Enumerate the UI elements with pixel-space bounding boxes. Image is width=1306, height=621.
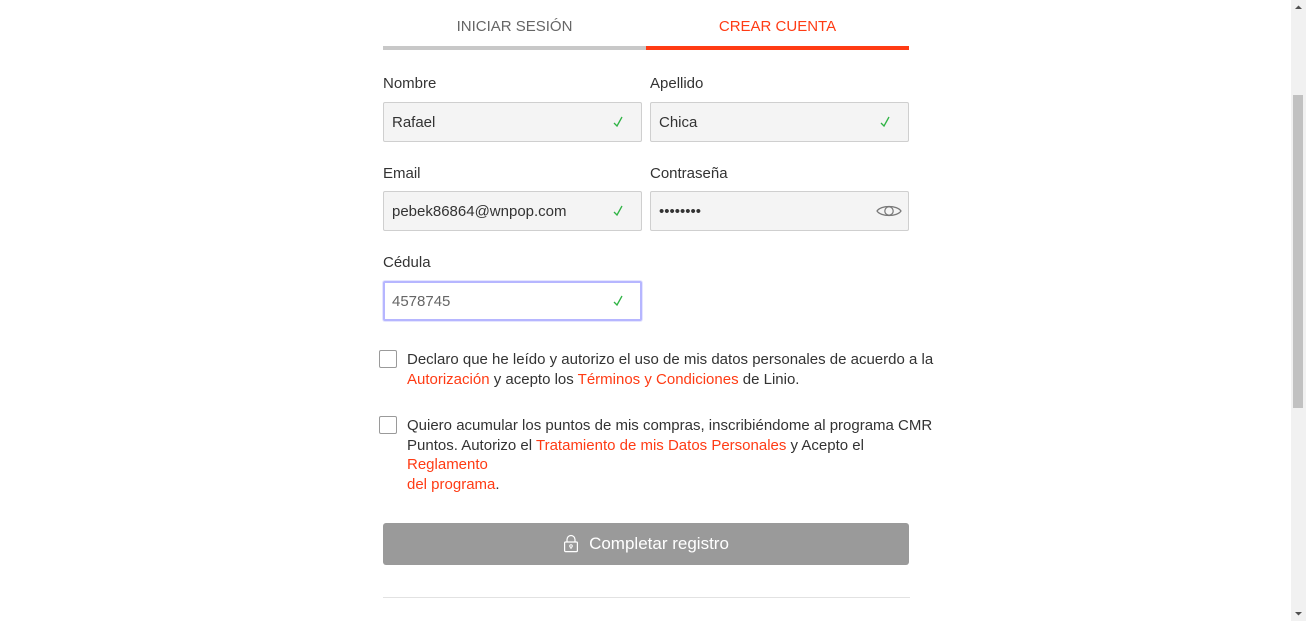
consent-cmr-points: Quiero acumular los puntos de mis compra… (379, 416, 939, 493)
program-rules-link[interactable]: Reglamento (407, 456, 488, 473)
apellido-field[interactable] (650, 102, 909, 142)
authorization-text: Declaro que he leído y autorizo el uso d… (407, 350, 933, 389)
cmr-text-3: y Acepto el (786, 436, 864, 454)
check-icon (613, 295, 623, 307)
page-scrollbar[interactable] (1291, 0, 1306, 621)
nombre-label: Nombre (383, 75, 437, 92)
email-field[interactable] (383, 191, 642, 231)
nombre-input[interactable] (384, 103, 641, 141)
data-treatment-link[interactable]: Tratamiento de mis Datos Personales (536, 437, 786, 454)
apellido-input[interactable] (651, 103, 908, 141)
scroll-up-arrow-icon[interactable] (1291, 0, 1306, 15)
cmr-text-2: Puntos. Autorizo el (407, 436, 536, 454)
cmr-text-1: Quiero acumular los puntos de mis compra… (407, 417, 933, 434)
program-rules-link-cont[interactable]: del programa (407, 476, 495, 493)
divider (383, 597, 910, 598)
nombre-field[interactable] (383, 102, 642, 142)
cedula-input[interactable] (385, 283, 640, 319)
cedula-field[interactable] (383, 281, 642, 321)
scroll-down-arrow-icon[interactable] (1291, 606, 1306, 621)
cmr-points-text: Quiero acumular los puntos de mis compra… (407, 416, 937, 494)
authorization-text-2: y acepto los (489, 370, 578, 388)
cedula-label: Cédula (383, 254, 431, 271)
lock-icon (564, 534, 579, 552)
authorization-link[interactable]: Autorización (407, 371, 490, 388)
email-input[interactable] (384, 192, 641, 230)
cmr-points-checkbox[interactable] (379, 416, 397, 434)
eye-icon[interactable] (876, 203, 902, 219)
check-icon (613, 205, 623, 217)
tab-login[interactable]: INICIAR SESIÓN (383, 0, 646, 50)
authorization-checkbox[interactable] (379, 350, 397, 368)
check-icon (613, 116, 623, 128)
authorization-text-3: de Linio. (738, 370, 800, 388)
authorization-text-1: Declaro que he leído y autorizo el uso d… (407, 351, 934, 368)
consent-authorization: Declaro que he leído y autorizo el uso d… (379, 350, 939, 390)
password-label: Contraseña (650, 165, 728, 182)
complete-registration-button[interactable]: Completar registro (383, 523, 909, 565)
apellido-label: Apellido (650, 75, 704, 92)
terms-link[interactable]: Términos y Condiciones (578, 371, 739, 388)
tab-signup[interactable]: CREAR CUENTA (646, 0, 909, 50)
password-input[interactable] (651, 192, 908, 230)
check-icon (880, 116, 890, 128)
password-field[interactable] (650, 191, 909, 231)
complete-registration-label: Completar registro (589, 534, 729, 553)
email-label: Email (383, 165, 421, 182)
auth-tabs: INICIAR SESIÓN CREAR CUENTA (383, 0, 909, 50)
scroll-thumb[interactable] (1293, 95, 1303, 408)
cmr-text-4: . (495, 475, 500, 493)
